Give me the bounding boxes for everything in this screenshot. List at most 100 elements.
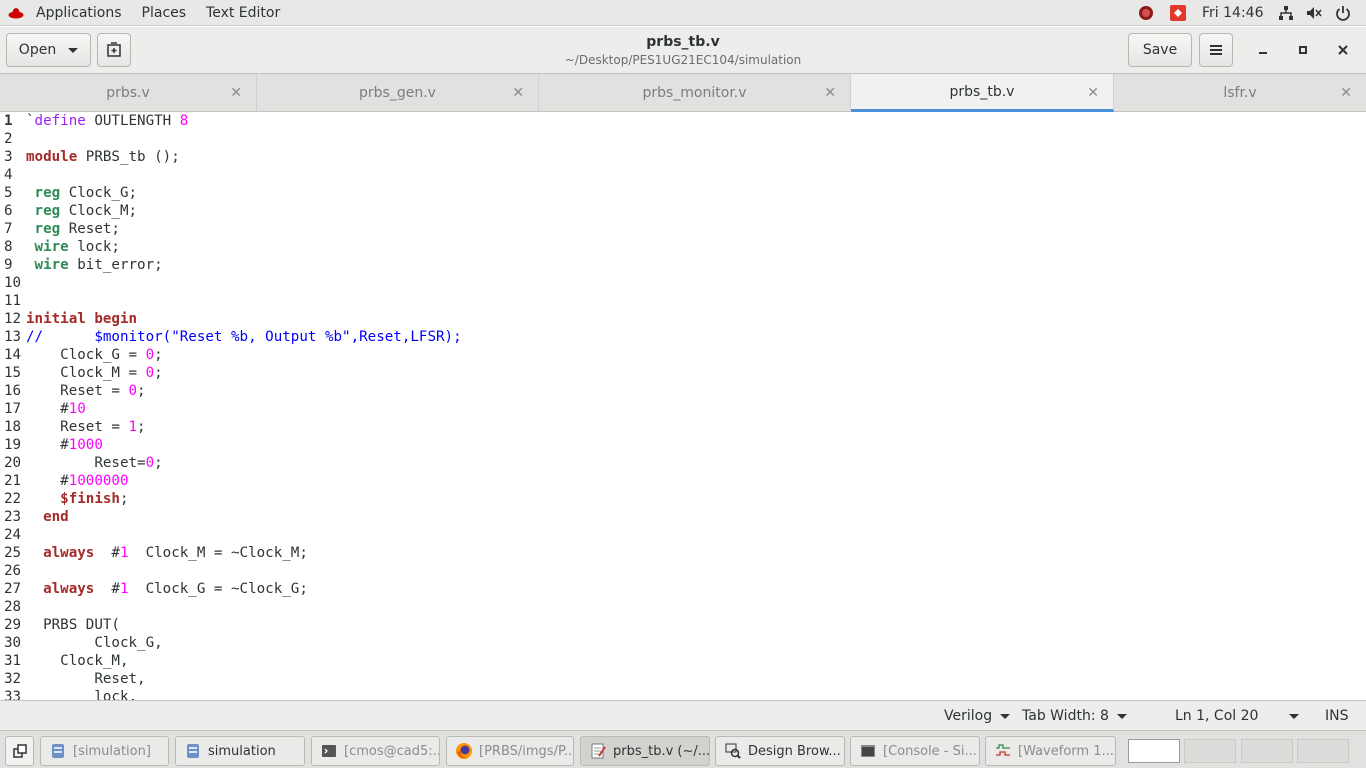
code-line[interactable]: 32 Reset, [0, 670, 1366, 688]
tab-prbs-monitor-v[interactable]: prbs_monitor.v ✕ [539, 74, 851, 112]
code-line[interactable]: 21 #1000000 [0, 472, 1366, 490]
code-line[interactable]: 3 module PRBS_tb (); [0, 148, 1366, 166]
code-line[interactable]: 25 always #1 Clock_M = ~Clock_M; [0, 544, 1366, 562]
code-token: 1000000 [68, 473, 129, 489]
close-tab-icon[interactable]: ✕ [1087, 85, 1099, 101]
minimize-button[interactable] [1252, 39, 1274, 61]
workspace-1[interactable] [1128, 739, 1180, 763]
line-code: reg Clock_M; [26, 202, 138, 220]
tab-prbs-tb-v[interactable]: prbs_tb.v ✕ [851, 74, 1114, 112]
line-number: 33 [4, 689, 22, 700]
code-token: Reset= [26, 455, 146, 471]
taskbar-item[interactable]: [PRBS/imgs/P... [446, 736, 574, 766]
code-line[interactable]: 24 [0, 526, 1366, 544]
code-token: Clock_M, [26, 653, 129, 669]
code-line[interactable]: 16 Reset = 0; [0, 382, 1366, 400]
line-number: 23 [4, 509, 22, 525]
code-line[interactable]: 27 always #1 Clock_G = ~Clock_G; [0, 580, 1366, 598]
open-button[interactable]: Open [6, 33, 91, 67]
show-desktop-button[interactable] [5, 736, 34, 766]
clock[interactable]: Fri 14:46 [1202, 0, 1263, 26]
code-line[interactable]: 13// $monitor("Reset %b, Output %b",Rese… [0, 328, 1366, 346]
close-tab-icon[interactable]: ✕ [824, 85, 836, 101]
applications-menu[interactable]: Applications [26, 0, 132, 26]
code-line[interactable]: 15 Clock_M = 0; [0, 364, 1366, 382]
design-browser-icon [724, 742, 742, 760]
close-tab-icon[interactable]: ✕ [1340, 85, 1352, 101]
taskbar-item[interactable]: [Console - Si... [850, 736, 980, 766]
code-line[interactable]: 19 #1000 [0, 436, 1366, 454]
taskbar-item[interactable]: simulation [175, 736, 305, 766]
close-tab-icon[interactable]: ✕ [230, 85, 242, 101]
line-code: #1000000 [26, 472, 129, 490]
open-button-label: Open [18, 42, 57, 58]
code-line[interactable]: 29 PRBS DUT( [0, 616, 1366, 634]
code-line[interactable]: 14 Clock_G = 0; [0, 346, 1366, 364]
text-editor-menu[interactable]: Text Editor [196, 0, 290, 26]
tab-prbs-gen-v[interactable]: prbs_gen.v ✕ [257, 74, 539, 112]
tab-lsfr-v[interactable]: lsfr.v ✕ [1114, 74, 1366, 112]
code-token: 1000 [68, 437, 103, 453]
code-token: wire [34, 239, 69, 255]
taskbar-item[interactable]: [simulation] [40, 736, 169, 766]
code-token: # [94, 581, 120, 597]
workspace-2[interactable] [1184, 739, 1236, 763]
hamburger-menu-button[interactable] [1199, 33, 1233, 67]
code-line[interactable]: 18 Reset = 1; [0, 418, 1366, 436]
code-token: define [34, 113, 86, 129]
network-icon[interactable] [1278, 5, 1294, 21]
code-token: ; [154, 455, 163, 471]
taskbar-item[interactable]: prbs_tb.v (~/... [580, 736, 710, 766]
new-document-button[interactable] [97, 33, 131, 67]
tab-prbs-v[interactable]: prbs.v ✕ [0, 74, 257, 112]
code-line[interactable]: 12 initial begin [0, 310, 1366, 328]
code-token: lock, [26, 689, 138, 700]
line-number: 28 [4, 599, 22, 615]
code-editor[interactable]: 1 `define OUTLENGTH 8 2 3 module PRBS_tb ();… [0, 112, 1366, 700]
code-line[interactable]: 1 `define OUTLENGTH 8 [0, 112, 1366, 130]
code-line[interactable]: 31 Clock_M, [0, 652, 1366, 670]
code-line[interactable]: 2 [0, 130, 1366, 148]
workspace-3[interactable] [1241, 739, 1293, 763]
code-line[interactable]: 8 wire lock; [0, 238, 1366, 256]
code-line[interactable]: 26 [0, 562, 1366, 580]
remote-desktop-icon[interactable] [1170, 5, 1186, 21]
code-line[interactable]: 20 Reset=0; [0, 454, 1366, 472]
taskbar-item[interactable]: [Waveform 1... [985, 736, 1116, 766]
close-tab-icon[interactable]: ✕ [512, 85, 524, 101]
tab-width-selector[interactable]: Tab Width: 8 [1022, 701, 1127, 731]
volume-muted-icon[interactable] [1306, 5, 1322, 21]
power-icon[interactable] [1335, 5, 1351, 21]
code-line[interactable]: 17 #10 [0, 400, 1366, 418]
save-button[interactable]: Save [1128, 33, 1192, 67]
taskbar-item[interactable]: [cmos@cad5:... [311, 736, 440, 766]
chevron-down-icon [1289, 713, 1299, 719]
redhat-logo-icon [8, 7, 24, 18]
code-line[interactable]: 22 $finish; [0, 490, 1366, 508]
places-menu[interactable]: Places [132, 0, 197, 26]
cursor-position-selector[interactable]: Ln 1, Col 20 [1175, 701, 1299, 731]
line-code: // $monitor("Reset %b, Output %b",Reset,… [26, 328, 462, 346]
code-line[interactable]: 4 [0, 166, 1366, 184]
workspace-4[interactable] [1297, 739, 1349, 763]
code-line[interactable]: 30 Clock_G, [0, 634, 1366, 652]
code-line[interactable]: 10 [0, 274, 1366, 292]
code-line[interactable]: 5 reg Clock_G; [0, 184, 1366, 202]
code-line[interactable]: 11 [0, 292, 1366, 310]
code-line[interactable]: 23 end [0, 508, 1366, 526]
close-window-button[interactable] [1332, 39, 1354, 61]
code-line[interactable]: 6 reg Clock_M; [0, 202, 1366, 220]
language-selector[interactable]: Verilog [944, 701, 1011, 731]
record-indicator-icon[interactable] [1138, 5, 1154, 21]
taskbar-item-label: prbs_tb.v (~/... [613, 743, 710, 759]
code-line[interactable]: 9 wire bit_error; [0, 256, 1366, 274]
taskbar-item[interactable]: Design Brow... [715, 736, 845, 766]
maximize-button[interactable] [1292, 39, 1314, 61]
line-code: always #1 Clock_G = ~Clock_G; [26, 580, 308, 598]
code-token: ; [137, 419, 146, 435]
code-line[interactable]: 7 reg Reset; [0, 220, 1366, 238]
code-line[interactable]: 33 lock, [0, 688, 1366, 700]
code-line[interactable]: 28 [0, 598, 1366, 616]
code-token: reg [34, 185, 61, 201]
